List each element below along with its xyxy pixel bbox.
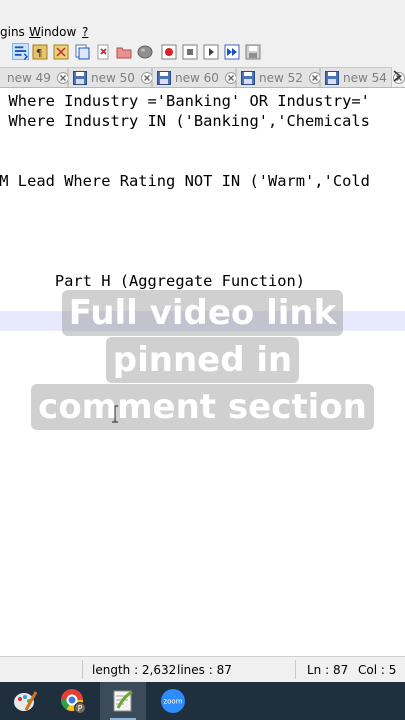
caption-line: pinned in [105,337,300,383]
record-macro-icon[interactable] [160,43,177,60]
tab-new-54[interactable]: new 54 [320,67,405,87]
menu-window-accel: W [29,25,41,39]
tab-label: new 49 [7,70,51,85]
menu-plugins[interactable]: gins [0,25,25,39]
svg-text:¶: ¶ [36,48,42,59]
run-macro-multiple-icon[interactable] [223,43,240,60]
menu-window-rest: indow [40,25,77,39]
word-wrap-icon[interactable] [12,43,29,60]
code-line: OM Lead Where Rating NOT IN ('Warm','Col… [0,172,370,190]
save-disk-icon [157,70,171,85]
show-all-chars-icon[interactable]: ¶ [31,43,48,60]
tab-bar: new 49 new 50 new 60 new 52 new 54 [0,64,405,88]
folder-workspace-icon[interactable] [115,43,132,60]
notepad-plus-plus-icon[interactable] [100,682,146,720]
status-bar: length : 2,632 lines : 87 Ln : 87 Col : … [0,656,405,682]
monitoring-icon[interactable] [136,43,153,60]
caption-line: Full video link [61,290,344,336]
status-separator [295,660,296,679]
tab-new-50[interactable]: new 50 [68,67,153,87]
code-line: e Where Industry IN ('Banking','Chemical… [0,112,370,130]
paint-icon[interactable] [2,682,48,720]
code-line: Part H (Aggregate Function) [0,272,306,290]
tab-scroll-right-icon[interactable] [391,68,403,84]
menu-help-label: ? [82,25,89,39]
tab-new-49[interactable]: new 49 [0,67,69,87]
menu-bar: gins Window ? [0,0,405,40]
save-disk-icon [325,70,339,85]
tab-new-52[interactable]: new 52 [236,67,321,87]
windows-taskbar: P zoom [0,682,405,720]
save-disk-icon [241,70,255,85]
play-macro-icon[interactable] [202,43,219,60]
tab-label: new 54 [343,70,387,85]
indent-guide-icon[interactable] [52,43,69,60]
menu-help[interactable]: ? [82,25,88,39]
status-line-number: Ln : 87 [307,663,349,677]
save-disk-icon [73,70,87,85]
status-column: Col : 5 [358,663,397,677]
menu-window[interactable]: Window [29,25,76,39]
status-lines: lines : 87 [177,663,232,677]
chrome-profile-badge: P [78,704,83,713]
status-separator [82,660,83,679]
video-caption-overlay: Full video link pinned in comment sectio… [0,290,405,431]
tab-new-60[interactable]: new 60 [152,67,237,87]
chrome-profile-icon[interactable]: P [50,682,96,720]
tab-label: new 50 [91,70,135,85]
document-map-icon[interactable] [94,43,111,60]
define-language-icon[interactable] [73,43,90,60]
caption-line: comment section [31,384,374,430]
zoom-label: zoom [163,698,182,706]
save-macro-icon[interactable] [244,43,261,60]
zoom-icon[interactable]: zoom [150,682,196,720]
tab-label: new 52 [259,70,303,85]
toolbar: ¶ [0,40,405,64]
status-length: length : 2,632 [92,663,177,677]
tab-label: new 60 [175,70,219,85]
stop-recording-icon[interactable] [181,43,198,60]
code-line: e Where Industry ='Banking' OR Industry=… [0,92,370,110]
